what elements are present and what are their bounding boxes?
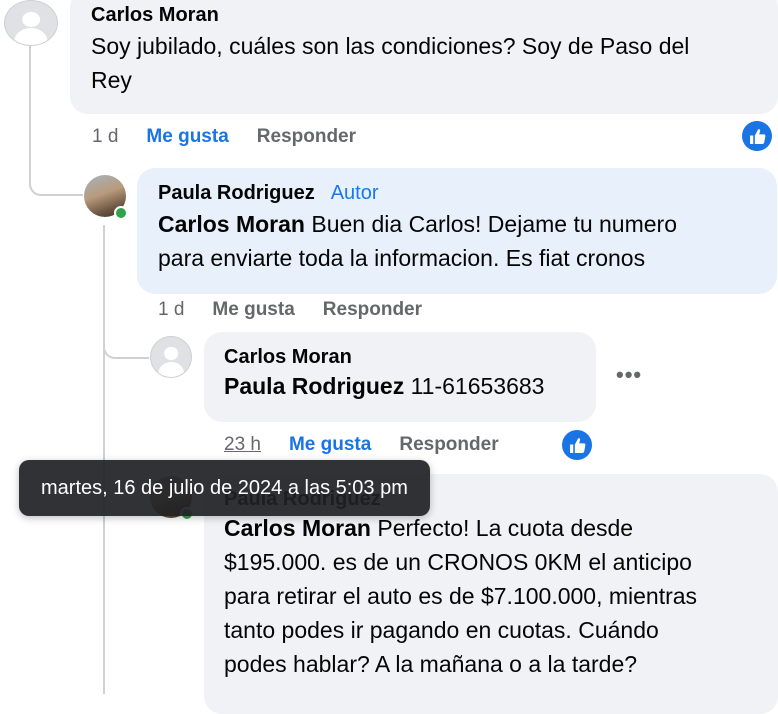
like-button[interactable]: Me gusta	[146, 126, 228, 148]
avatar[interactable]	[150, 336, 192, 378]
comment-actions: 1 d Me gusta Responder	[92, 126, 356, 148]
thread-line	[29, 46, 31, 176]
comment-text: Carlos Moran Buen dia Carlos! Dejame tu …	[158, 211, 678, 271]
like-button[interactable]: Me gusta	[212, 299, 294, 321]
reply-button[interactable]: Responder	[257, 126, 356, 148]
thumbs-up-icon[interactable]	[742, 121, 772, 151]
reply-button[interactable]: Responder	[323, 299, 422, 321]
comment-bubble: Carlos Moran Soy jubilado, cuáles son la…	[70, 0, 778, 114]
mention-link[interactable]: Carlos Moran	[224, 515, 371, 541]
mention-link[interactable]: Paula Rodriguez	[224, 373, 404, 399]
timestamp-tooltip: martes, 16 de julio de 2024 a las 5:03 p…	[19, 460, 430, 516]
comment-actions: 23 h Me gusta Responder	[224, 434, 499, 456]
thread-connector	[103, 325, 149, 359]
comment-timestamp[interactable]: 1 d	[158, 299, 184, 321]
reply-button[interactable]: Responder	[399, 434, 498, 456]
thumbs-up-icon[interactable]	[562, 430, 592, 460]
comment-text: Carlos Moran Perfecto! La cuota desde $1…	[224, 515, 698, 677]
comment-author[interactable]: Paula Rodriguez	[158, 182, 315, 204]
comment-actions: 1 d Me gusta Responder	[158, 299, 422, 321]
like-button[interactable]: Me gusta	[289, 434, 371, 456]
comment-bubble: Carlos Moran Paula Rodriguez 11-61653683	[204, 332, 596, 422]
comment-author[interactable]: Carlos Moran	[224, 346, 576, 369]
online-status-indicator	[114, 206, 128, 220]
comment-header: Paula Rodriguez Autor	[158, 182, 757, 205]
comment-timestamp[interactable]: 23 h	[224, 434, 261, 456]
more-options-button[interactable]: •••	[616, 362, 642, 388]
author-badge: Autor	[330, 182, 379, 204]
comment-author[interactable]: Carlos Moran	[91, 4, 758, 27]
comment-text: Soy jubilado, cuáles son las condiciones…	[91, 33, 690, 93]
comment-text: Paula Rodriguez 11-61653683	[224, 373, 545, 399]
mention-link[interactable]: Carlos Moran	[158, 211, 305, 237]
comment-timestamp[interactable]: 1 d	[92, 126, 118, 148]
avatar[interactable]	[4, 0, 58, 46]
comment-bubble: Paula Rodriguez Autor Carlos Moran Buen d…	[137, 168, 777, 294]
thread-connector	[29, 160, 83, 196]
